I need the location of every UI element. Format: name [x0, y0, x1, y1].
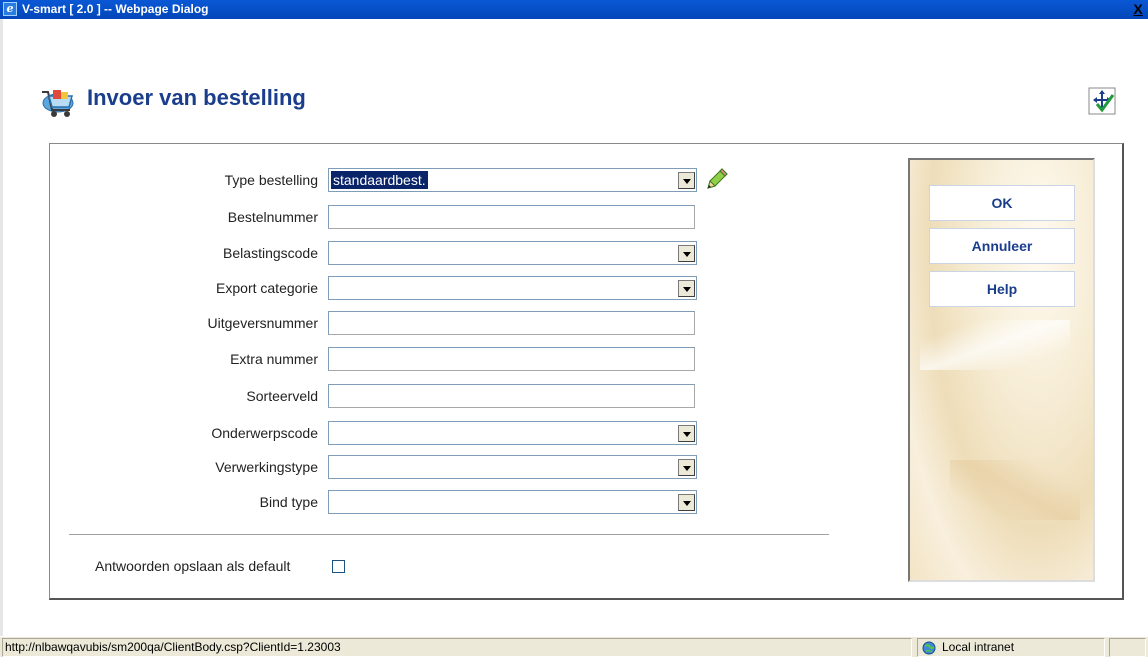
save-default-checkbox[interactable] — [332, 560, 345, 573]
field-label-belastingscode: Belastingscode — [223, 245, 318, 261]
chevron-down-icon[interactable] — [678, 494, 695, 511]
help-button[interactable]: Help — [929, 271, 1075, 307]
export-categorie-select[interactable] — [328, 276, 697, 300]
save-default-label: Antwoorden opslaan als default — [95, 558, 291, 574]
close-button[interactable]: X — [1130, 1, 1146, 18]
divider — [69, 534, 829, 536]
zone-label: Local intranet — [942, 640, 1015, 654]
field-label-bind-type: Bind type — [259, 494, 318, 510]
shopping-cart-icon — [42, 90, 74, 117]
extra-nummer-input[interactable] — [328, 347, 695, 371]
status-bar: http://nlbawqavubis/sm200qa/ClientBody.c… — [0, 636, 1148, 657]
onderwerpscode-select[interactable] — [328, 421, 697, 445]
field-label-sorteerveld: Sorteerveld — [246, 388, 318, 404]
chevron-down-icon[interactable] — [678, 459, 695, 476]
window-title-bar: e V-smart [ 2.0 ] -- Webpage Dialog X — [0, 0, 1148, 19]
ok-button[interactable]: OK — [929, 185, 1075, 221]
field-label-export-categorie: Export categorie — [216, 280, 318, 296]
chevron-down-icon[interactable] — [678, 172, 695, 189]
globe-icon — [922, 641, 936, 655]
bind-type-select[interactable] — [328, 490, 697, 514]
belastingscode-select[interactable] — [328, 241, 697, 265]
marble-texture — [950, 460, 1080, 520]
move-checkmark-icon[interactable] — [1088, 87, 1116, 115]
field-label-bestelnummer: Bestelnummer — [227, 209, 318, 225]
field-label-type-bestelling: Type bestelling — [224, 172, 318, 188]
resize-grip[interactable] — [1109, 638, 1146, 657]
uitgeversnummer-input[interactable] — [328, 311, 695, 335]
field-label-onderwerpscode: Onderwerpscode — [211, 425, 318, 441]
chevron-down-icon[interactable] — [678, 425, 695, 442]
order-entry-panel: Type bestelling standaardbest. Bestelnum… — [49, 143, 1124, 600]
chevron-down-icon[interactable] — [678, 280, 695, 297]
pencil-icon[interactable] — [704, 166, 730, 192]
type-bestelling-value: standaardbest. — [331, 171, 428, 189]
ie-app-icon: e — [3, 2, 17, 16]
sorteerveld-input[interactable] — [328, 384, 695, 408]
button-panel: OK Annuleer Help — [908, 158, 1095, 582]
verwerkingstype-select[interactable] — [328, 455, 697, 479]
bestelnummer-input[interactable] — [328, 205, 695, 229]
cancel-button[interactable]: Annuleer — [929, 228, 1075, 264]
marble-texture — [920, 320, 1070, 370]
page-title: Invoer van bestelling — [87, 85, 306, 110]
status-url: http://nlbawqavubis/sm200qa/ClientBody.c… — [2, 638, 912, 657]
field-label-uitgeversnummer: Uitgeversnummer — [207, 315, 318, 331]
field-label-verwerkingstype: Verwerkingstype — [215, 459, 318, 475]
chevron-down-icon[interactable] — [678, 245, 695, 262]
type-bestelling-select[interactable]: standaardbest. — [328, 168, 697, 192]
window-title: V-smart [ 2.0 ] -- Webpage Dialog — [22, 2, 209, 16]
status-zone: Local intranet — [917, 638, 1105, 657]
field-label-extra-nummer: Extra nummer — [230, 351, 318, 367]
